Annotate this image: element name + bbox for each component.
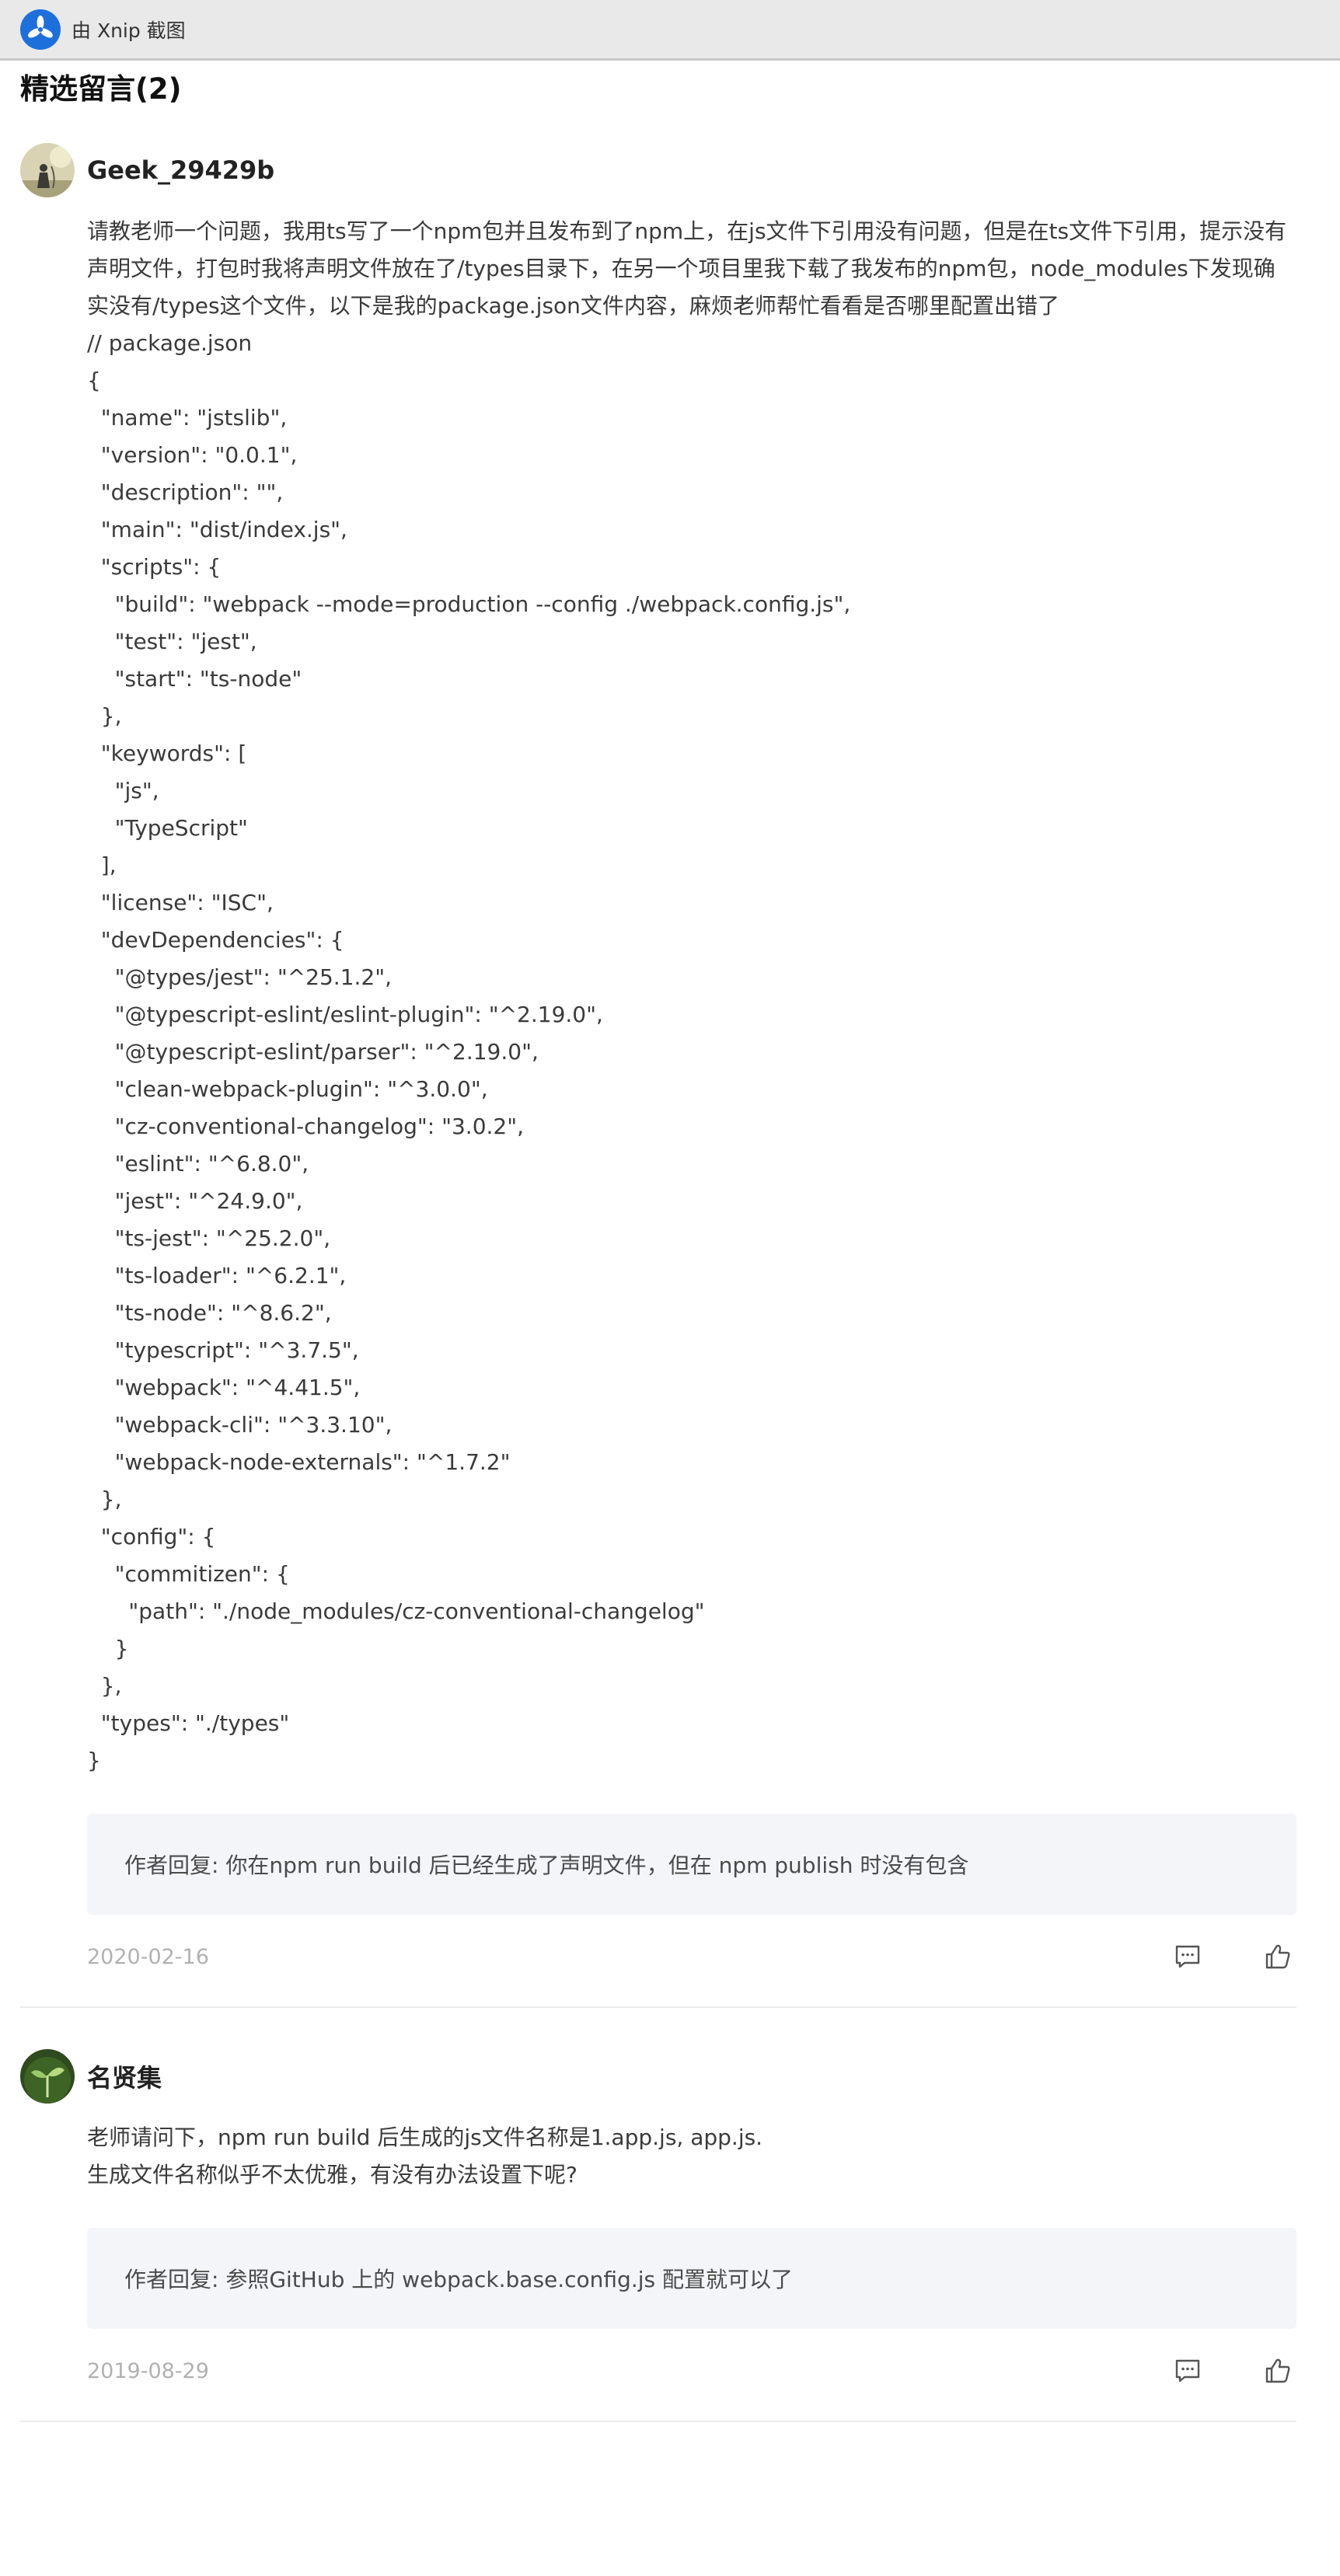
code-line: "license": "ISC", bbox=[87, 890, 274, 915]
code-line: "keywords": [ bbox=[87, 741, 247, 766]
xnip-logo-icon bbox=[20, 9, 61, 50]
code-line: "path": "./node_modules/cz-conventional-… bbox=[87, 1598, 705, 1624]
code-line: ], bbox=[87, 852, 117, 878]
code-line: "@typescript-eslint/eslint-plugin": "^2.… bbox=[87, 1002, 603, 1027]
thumbs-up-icon[interactable] bbox=[1262, 2355, 1293, 2386]
author-reply: 作者回复: 参照GitHub 上的 webpack.base.config.js… bbox=[87, 2228, 1296, 2329]
comment-date: 2020-02-16 bbox=[87, 1944, 209, 1969]
code-line: "commitizen": { bbox=[87, 1561, 290, 1587]
comment-footer: 2020-02-16 bbox=[87, 1933, 1296, 1980]
author-reply: 作者回复: 你在npm run build 后已经生成了声明文件，但在 npm … bbox=[87, 1814, 1296, 1915]
code-line: }, bbox=[87, 1673, 122, 1699]
code-line: "js", bbox=[87, 778, 159, 803]
avatar[interactable] bbox=[20, 2049, 75, 2104]
code-line: }, bbox=[87, 703, 122, 729]
code-line: "version": "0.0.1", bbox=[87, 442, 298, 468]
comment-icon[interactable] bbox=[1172, 2355, 1203, 2386]
code-line: "test": "jest", bbox=[87, 629, 257, 654]
code-line: // package.json bbox=[87, 330, 253, 356]
comment-divider bbox=[20, 2421, 1296, 2422]
comment-text: 请教老师一个问题，我用ts写了一个npm包并且发布到了npm上，在js文件下引用… bbox=[87, 218, 1287, 319]
code-line: "config": { bbox=[87, 1524, 216, 1549]
section-title: 精选留言(2) bbox=[20, 72, 182, 106]
window-title: 由 Xnip 截图 bbox=[72, 19, 186, 42]
code-line: "start": "ts-node" bbox=[87, 666, 302, 692]
comment-text-line: 老师请问下，npm run build 后生成的js文件名称是1.app.js,… bbox=[87, 2125, 763, 2150]
code-line: "name": "jstslib", bbox=[87, 405, 288, 430]
author-name[interactable]: 名贤集 bbox=[87, 2058, 162, 2094]
code-line: "devDependencies": { bbox=[87, 927, 344, 953]
code-line: "@typescript-eslint/parser": "^2.19.0", bbox=[87, 1039, 539, 1065]
code-line: "webpack-node-externals": "^1.7.2" bbox=[87, 1449, 511, 1475]
code-line: } bbox=[87, 1748, 101, 1773]
comment-header: 名贤集 bbox=[20, 2049, 1296, 2104]
code-line: "ts-loader": "^6.2.1", bbox=[87, 1263, 347, 1288]
code-line: "main": "dist/index.js", bbox=[87, 517, 347, 542]
code-line: "webpack-cli": "^3.3.10", bbox=[87, 1412, 393, 1438]
comment-body: 请教老师一个问题，我用ts写了一个npm包并且发布到了npm上，在js文件下引用… bbox=[87, 213, 1296, 1779]
code-line: "description": "", bbox=[87, 479, 284, 505]
comment-actions bbox=[1172, 1941, 1293, 1972]
code-line: "webpack": "^4.41.5", bbox=[87, 1375, 361, 1400]
code-line: { bbox=[87, 368, 101, 393]
comment-divider bbox=[20, 2006, 1296, 2008]
code-line: "eslint": "^6.8.0", bbox=[87, 1151, 309, 1176]
comment-header: Geek_29429b bbox=[20, 143, 1296, 197]
thumbs-up-icon[interactable] bbox=[1262, 1941, 1293, 1972]
avatar[interactable] bbox=[20, 143, 75, 197]
code-line: "cz-conventional-changelog": "3.0.2", bbox=[87, 1114, 525, 1139]
code-line: "@types/jest": "^25.1.2", bbox=[87, 964, 393, 990]
code-line: "clean-webpack-plugin": "^3.0.0", bbox=[87, 1076, 488, 1102]
comment-text-line: 生成文件名称似乎不太优雅，有没有办法设置下呢? bbox=[87, 2162, 578, 2187]
author-name[interactable]: Geek_29429b bbox=[87, 155, 274, 185]
code-block: // package.json { "name": "jstslib", "ve… bbox=[87, 325, 1296, 1779]
code-line: "scripts": { bbox=[87, 554, 222, 580]
comment-item: Geek_29429b 请教老师一个问题，我用ts写了一个npm包并且发布到了n… bbox=[20, 143, 1296, 2008]
code-line: "ts-jest": "^25.2.0", bbox=[87, 1225, 331, 1251]
comment-icon[interactable] bbox=[1172, 1941, 1203, 1972]
code-line: "ts-node": "^8.6.2", bbox=[87, 1300, 332, 1326]
code-line: }, bbox=[87, 1487, 122, 1512]
code-line: "typescript": "^3.7.5", bbox=[87, 1337, 359, 1363]
code-line: "build": "webpack --mode=production --co… bbox=[87, 591, 851, 617]
comment-actions bbox=[1172, 2355, 1293, 2386]
code-line: "TypeScript" bbox=[87, 815, 248, 841]
comment-footer: 2019-08-29 bbox=[87, 2348, 1296, 2394]
code-line: } bbox=[87, 1636, 129, 1661]
comment-date: 2019-08-29 bbox=[87, 2358, 209, 2383]
comment-item: 名贤集 老师请问下，npm run build 后生成的js文件名称是1.app… bbox=[20, 2049, 1296, 2422]
code-line: "jest": "^24.9.0", bbox=[87, 1188, 303, 1214]
code-line: "types": "./types" bbox=[87, 1710, 290, 1736]
window-titlebar: 由 Xnip 截图 bbox=[0, 0, 1340, 61]
comment-body: 老师请问下，npm run build 后生成的js文件名称是1.app.js,… bbox=[87, 2119, 1296, 2194]
